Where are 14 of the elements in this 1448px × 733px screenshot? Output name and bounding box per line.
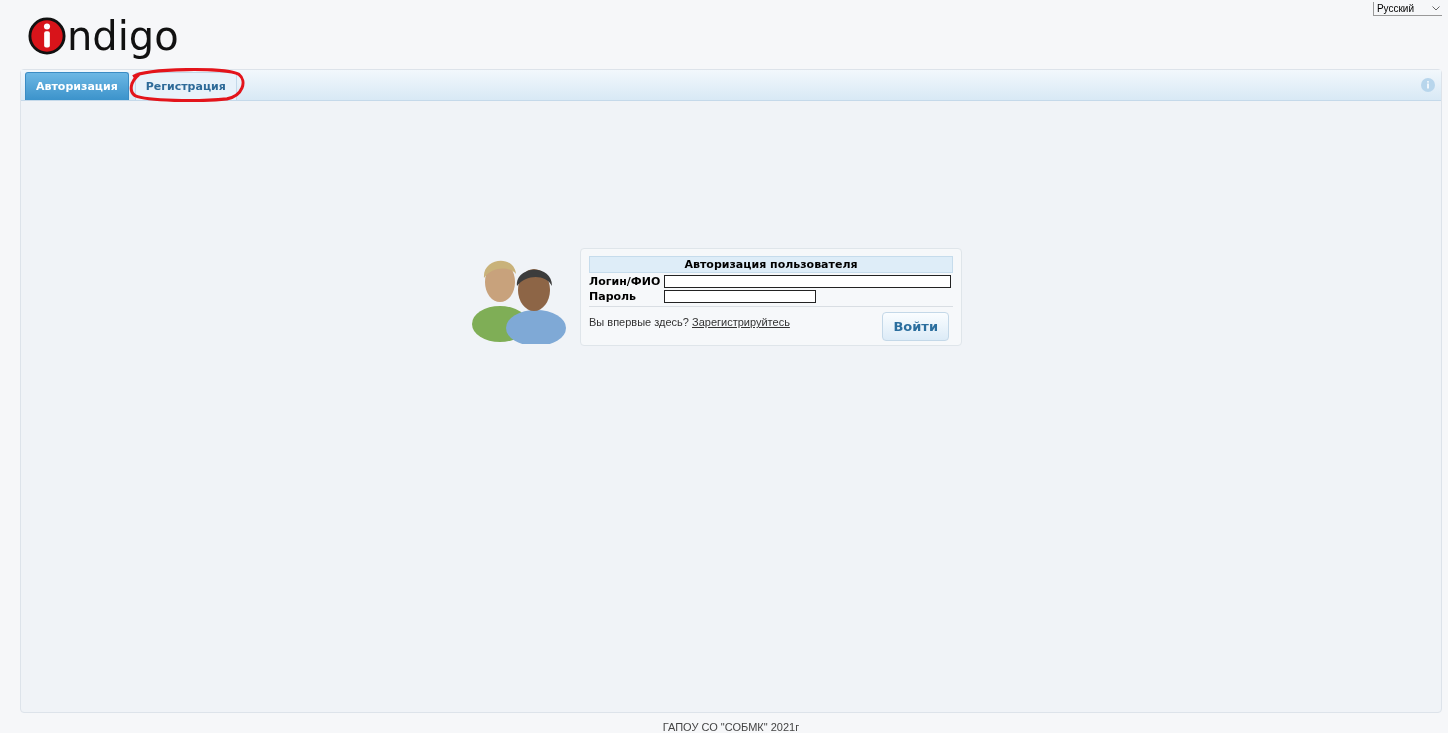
chevron-icon bbox=[1432, 6, 1440, 11]
login-button[interactable]: Войти bbox=[882, 311, 949, 341]
register-link[interactable]: Зарегистрируйтесь bbox=[692, 316, 790, 329]
field-label: Пароль bbox=[589, 289, 638, 303]
register-prompt: Вы впервые здесь? Зарегистрируйтесь bbox=[589, 316, 790, 329]
footer-text: ГАПОУ СО "СОБМК" 2021г bbox=[661, 721, 801, 733]
password-field[interactable] bbox=[664, 289, 816, 303]
logo-i-icon bbox=[28, 17, 66, 55]
tab[interactable]: Регистрация bbox=[134, 72, 237, 101]
tab[interactable]: Авторизация bbox=[25, 72, 129, 101]
login-field[interactable] bbox=[664, 274, 951, 288]
language-select[interactable]: Русский bbox=[1372, 2, 1442, 16]
form-title: Авторизация пользователя bbox=[589, 255, 953, 273]
field-label: Логин/ФИО bbox=[589, 274, 661, 288]
